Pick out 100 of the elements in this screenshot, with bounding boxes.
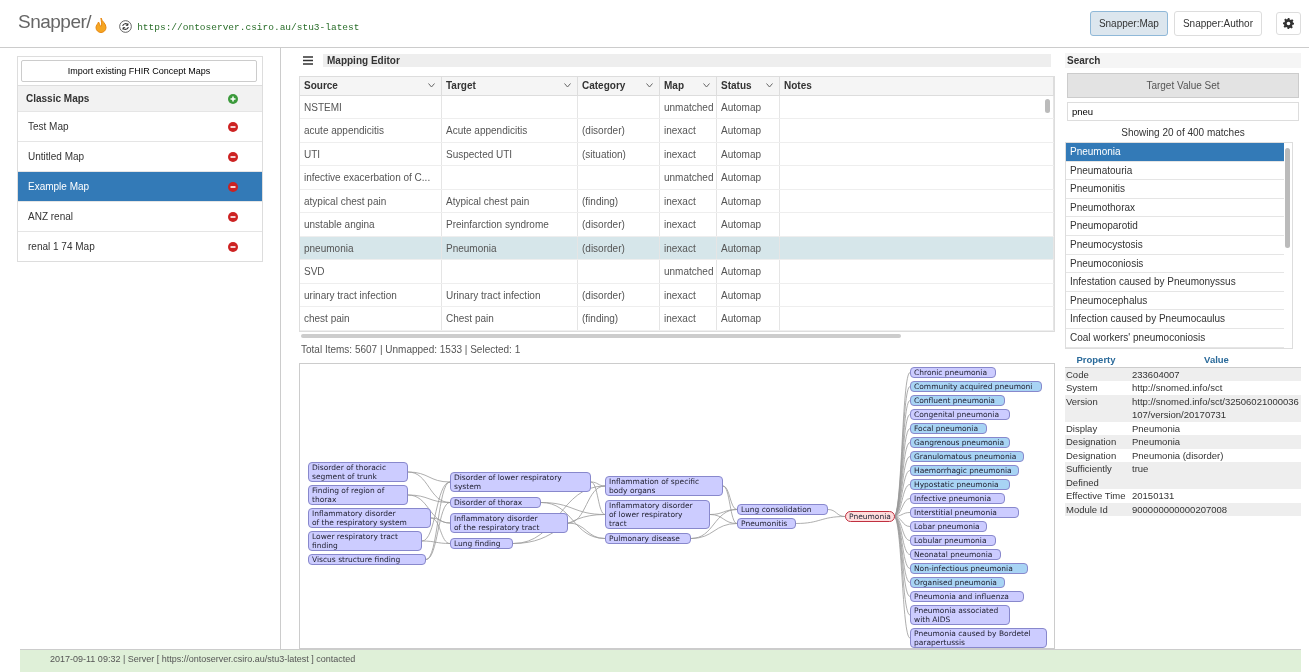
scrollbar[interactable] xyxy=(1045,98,1050,113)
column-header[interactable]: Status xyxy=(717,76,780,95)
server-url: https://ontoserver.csiro.au/stu3-latest xyxy=(137,21,360,33)
result-item[interactable]: Pneumocystosis xyxy=(1066,235,1284,255)
table-row[interactable]: UTI Suspected UTI (situation) inexact Automap xyxy=(300,142,1054,167)
flame-icon xyxy=(94,16,109,33)
table-cell: inexact xyxy=(664,219,696,231)
match-count: Showing 20 of 400 matches xyxy=(1120,126,1246,140)
table-cell: Chest pain xyxy=(446,313,494,325)
search-field[interactable]: pneu xyxy=(1067,102,1299,121)
table-row[interactable]: atypical chest pain Atypical chest pain (finding) inexact Automap xyxy=(300,189,1054,214)
result-item[interactable]: Pneumonitis xyxy=(1066,180,1284,199)
status-bar: 2017-09-11 09:32 | Server [ https://ontoserver.csiro.au/stu3-latest ] contacted xyxy=(20,649,1301,672)
menu-icon[interactable] xyxy=(303,56,313,66)
table-cell: Automap xyxy=(721,101,762,113)
table-cell: unmatched xyxy=(664,101,714,113)
map-list-item[interactable]: renal 1 74 Map xyxy=(18,231,262,261)
scrollbar[interactable] xyxy=(1285,148,1290,248)
table-cell: Automap xyxy=(721,266,762,278)
table-cell: unmatched xyxy=(664,266,714,278)
property-value: 233604007 xyxy=(1131,367,1181,381)
property-value: 20150131 xyxy=(1131,489,1176,503)
refresh-icon[interactable] xyxy=(119,19,133,33)
result-item[interactable]: Infection caused by Pneumocaulus xyxy=(1066,310,1284,329)
map-list-item[interactable]: ANZ renal xyxy=(18,201,262,231)
table-row[interactable]: infective exacerbation of C... unmatched Automap xyxy=(300,166,1054,190)
result-item[interactable]: Pneumoparotid xyxy=(1066,217,1284,236)
table-cell: Automap xyxy=(721,289,762,301)
table-row[interactable]: unstable angina Preinfarction syndrome (disorder) inexact Automap xyxy=(300,213,1054,237)
result-item[interactable]: Pneumonia xyxy=(1066,143,1284,162)
table-cell: UTI xyxy=(304,148,321,160)
table-row[interactable]: acute appendicitis Acute appendicitis (disorder) inexact Automap xyxy=(300,119,1054,143)
map-list-item[interactable]: Example Map xyxy=(18,171,262,201)
value-set-tab[interactable]: Target Value Set xyxy=(1067,73,1299,98)
settings-button[interactable] xyxy=(1276,12,1301,35)
caret-icon[interactable] xyxy=(646,83,653,89)
caret-icon[interactable] xyxy=(703,83,710,89)
property-value: true xyxy=(1131,462,1150,476)
property-name: Display xyxy=(1065,421,1099,435)
table-cell: Automap xyxy=(721,195,762,207)
table-cell: unstable angina xyxy=(304,219,375,231)
result-item[interactable]: Pneumoconiosis xyxy=(1066,254,1284,274)
property-name: Designation xyxy=(1065,448,1118,462)
column-header[interactable]: Source xyxy=(300,76,442,95)
mode-button[interactable]: Snapper:Author xyxy=(1173,11,1262,36)
table-cell: Automap xyxy=(721,242,762,254)
add-icon[interactable] xyxy=(228,93,238,104)
caret-icon[interactable] xyxy=(564,83,571,89)
table-cell: infective exacerbation of C... xyxy=(304,172,431,184)
settings-icon xyxy=(1283,18,1294,29)
table-cell: unmatched xyxy=(664,172,714,184)
result-item[interactable]: Pneumatouria xyxy=(1066,161,1284,181)
remove-icon[interactable] xyxy=(228,121,238,132)
column-header[interactable]: Category xyxy=(578,76,660,95)
column-header[interactable]: Map xyxy=(660,76,717,95)
table-cell: (disorder) xyxy=(582,289,625,301)
remove-icon[interactable] xyxy=(228,241,238,252)
table-cell: SVD xyxy=(304,266,325,278)
result-item[interactable]: Coal workers' pneumoconiosis xyxy=(1066,328,1284,348)
table-cell: Automap xyxy=(721,313,762,325)
remove-icon[interactable] xyxy=(228,181,238,192)
table-cell: inexact xyxy=(664,313,696,325)
column-header[interactable]: Notes xyxy=(780,76,1054,95)
property-name: System xyxy=(1065,381,1099,395)
result-item[interactable]: Infestation caused by Pneumonyssus xyxy=(1066,273,1284,292)
table-cell: chest pain xyxy=(304,313,350,325)
group-title: Classic Maps xyxy=(26,93,90,104)
import-button[interactable]: Import existing FHIR Concept Maps xyxy=(21,60,257,82)
table-row[interactable]: urinary tract infection Urinary tract infection (disorder) inexact Automap xyxy=(300,283,1054,308)
table-cell: Automap xyxy=(721,172,762,184)
table-cell: Suspected UTI xyxy=(446,148,513,160)
table-cell: (finding) xyxy=(582,195,619,207)
table-summary: Total Items: 5607 | Unmapped: 1533 | Selected: 1 xyxy=(300,342,522,357)
property-name: Sufficiently Defined xyxy=(1065,462,1113,489)
table-row[interactable]: chest pain Chest pain (finding) inexact Automap xyxy=(300,307,1054,331)
table-cell: (finding) xyxy=(582,313,619,325)
panel-title: Mapping Editor xyxy=(323,54,1051,68)
result-item[interactable]: Pneumothorax xyxy=(1066,198,1284,218)
property-name: Effective Time xyxy=(1065,489,1126,503)
remove-icon[interactable] xyxy=(228,151,238,162)
table-cell: inexact xyxy=(664,289,696,301)
caret-icon[interactable] xyxy=(766,83,773,89)
result-item[interactable]: Pneumocephalus xyxy=(1066,291,1284,311)
table-cell: Atypical chest pain xyxy=(446,195,530,207)
table-cell: (disorder) xyxy=(582,219,625,231)
remove-icon[interactable] xyxy=(228,211,238,222)
property-name: Version xyxy=(1065,394,1099,409)
table-cell: NSTEMI xyxy=(304,101,342,113)
map-list-item[interactable]: Test Map xyxy=(18,111,262,141)
mode-button[interactable]: Snapper:Map xyxy=(1089,11,1168,36)
caret-icon[interactable] xyxy=(428,83,435,89)
table-cell: acute appendicitis xyxy=(304,125,385,137)
table-row[interactable]: SVD unmatched Automap xyxy=(300,260,1054,284)
table-row[interactable]: pneumonia Pneumonia (disorder) inexact Automap xyxy=(300,236,1054,261)
scrollbar[interactable] xyxy=(301,333,901,338)
property-value: Pneumonia xyxy=(1131,435,1182,449)
table-cell: inexact xyxy=(664,125,696,137)
table-cell: Urinary tract infection xyxy=(446,289,541,301)
column-header[interactable]: Target xyxy=(442,76,578,95)
table-row[interactable]: NSTEMI unmatched Automap xyxy=(300,95,1054,120)
